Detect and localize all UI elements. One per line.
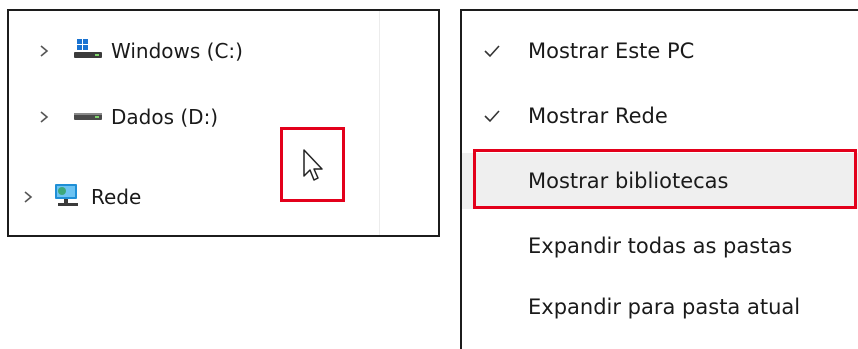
menu-item-expandir-todas-as-pastas[interactable]: Expandir todas as pastas: [462, 218, 858, 274]
tree-item-label: Windows (C:): [111, 39, 243, 63]
drive-icon: [73, 104, 103, 130]
menu-highlight-box: [473, 149, 857, 209]
tree-item-rede[interactable]: Rede: [21, 181, 141, 213]
tree-item-label: Dados (D:): [111, 105, 219, 129]
chevron-right-icon[interactable]: [37, 44, 51, 58]
menu-item-label: Mostrar Rede: [528, 104, 668, 128]
tree-item-dados-d[interactable]: Dados (D:): [37, 101, 218, 133]
tree-item-label: Rede: [91, 185, 142, 209]
navigation-pane: Windows (C:) Dados (D:) Rede: [7, 9, 440, 237]
tree-item-windows-c[interactable]: Windows (C:): [37, 35, 243, 67]
network-icon: [53, 182, 83, 212]
windows-drive-icon: [73, 38, 103, 64]
pane-divider: [379, 11, 380, 235]
check-icon: [482, 41, 502, 61]
chevron-right-icon[interactable]: [21, 190, 35, 204]
menu-item-mostrar-este-pc[interactable]: Mostrar Este PC: [462, 23, 858, 79]
menu-item-expandir-para-pasta-atual[interactable]: Expandir para pasta atual: [462, 279, 858, 335]
menu-item-mostrar-rede[interactable]: Mostrar Rede: [462, 88, 858, 144]
menu-item-label: Mostrar Este PC: [528, 39, 695, 63]
chevron-right-icon[interactable]: [37, 110, 51, 124]
check-icon: [482, 106, 502, 126]
menu-item-label: Expandir para pasta atual: [528, 295, 801, 319]
menu-item-label: Expandir todas as pastas: [528, 234, 793, 258]
mouse-pointer-icon: [302, 148, 328, 188]
